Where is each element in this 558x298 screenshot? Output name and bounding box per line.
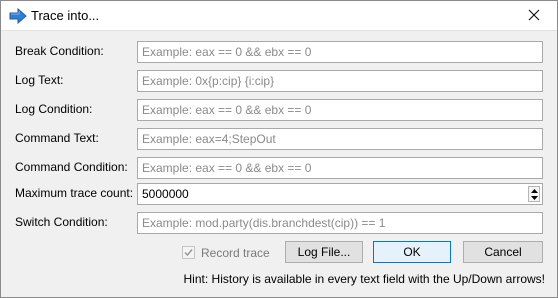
close-icon	[528, 9, 540, 24]
max-trace-count-value: 5000000	[142, 187, 189, 201]
log-text-row: Log Text:	[1, 70, 557, 92]
command-condition-row: Command Condition:	[1, 157, 557, 179]
log-condition-row: Log Condition:	[1, 99, 557, 121]
break-condition-row: Break Condition:	[1, 41, 557, 63]
cancel-button[interactable]: Cancel	[463, 241, 543, 263]
window-title: Trace into...	[31, 8, 100, 23]
command-condition-input[interactable]	[137, 157, 543, 179]
spin-up-button[interactable]	[529, 187, 539, 194]
command-text-row: Command Text:	[1, 128, 557, 150]
max-trace-count-label: Maximum trace count:	[15, 186, 134, 200]
log-text-label: Log Text:	[15, 73, 64, 87]
ok-button[interactable]: OK	[373, 241, 451, 263]
record-trace-check-box[interactable]	[182, 246, 195, 259]
command-condition-label: Command Condition:	[15, 160, 128, 174]
title-bar: Trace into...	[1, 1, 557, 31]
switch-condition-row: Switch Condition:	[1, 212, 557, 234]
switch-condition-label: Switch Condition:	[15, 215, 108, 229]
log-condition-input[interactable]	[137, 99, 543, 121]
max-trace-count-row: Maximum trace count: 5000000	[1, 183, 557, 205]
break-condition-label: Break Condition:	[15, 44, 104, 58]
checkmark-icon	[184, 249, 193, 257]
hint-text: Hint: History is available in every text…	[183, 272, 545, 286]
close-button[interactable]	[511, 1, 557, 31]
chevron-up-icon	[530, 188, 538, 193]
switch-condition-input[interactable]	[137, 212, 543, 234]
break-condition-input[interactable]	[137, 41, 543, 63]
trace-arrow-icon	[9, 7, 27, 25]
max-trace-count-spinbox[interactable]: 5000000	[137, 183, 543, 205]
trace-into-dialog: Trace into... Break Condition: Log Text:…	[0, 0, 558, 298]
spin-buttons	[528, 186, 540, 202]
spin-down-button[interactable]	[529, 194, 539, 201]
command-text-label: Command Text:	[15, 131, 99, 145]
log-condition-label: Log Condition:	[15, 102, 93, 116]
chevron-down-icon	[530, 195, 538, 200]
command-text-input[interactable]	[137, 128, 543, 150]
log-file-button[interactable]: Log File...	[285, 241, 363, 263]
record-trace-label: Record trace	[201, 246, 270, 260]
log-text-input[interactable]	[137, 70, 543, 92]
